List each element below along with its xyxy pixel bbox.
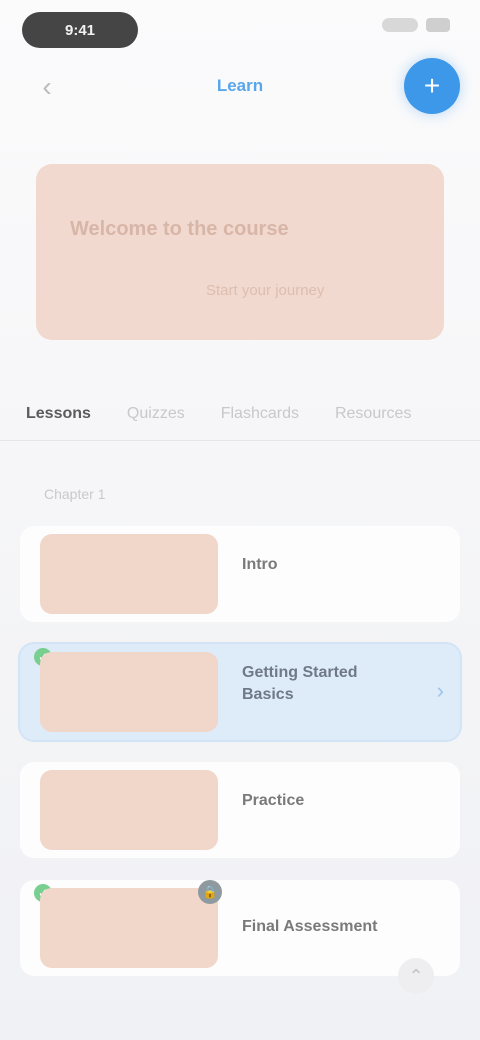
status-bar: 9:41 [0, 0, 480, 62]
hero-banner[interactable]: Welcome to the course Start your journey [36, 164, 444, 340]
item-title: Practice [242, 792, 305, 809]
back-button[interactable]: ‹ [30, 70, 64, 104]
chevron-up-icon: ⌃ [408, 965, 424, 986]
tab-bar: Lessons Quizzes Flashcards Resources [0, 388, 480, 440]
tab-flashcards[interactable]: Flashcards [221, 405, 299, 423]
tab-resources[interactable]: Resources [335, 405, 411, 423]
hero-subtitle: Start your journey [206, 282, 325, 299]
tab-lessons[interactable]: Lessons [26, 405, 91, 423]
item-title: Getting Started Basics [242, 664, 358, 703]
status-time: 9:41 [22, 12, 138, 48]
item-thumbnail [40, 888, 218, 968]
item-thumbnail [40, 534, 218, 614]
battery-icon [426, 18, 450, 32]
item-title: Final Assessment [242, 918, 378, 935]
app-screen: 9:41 ‹ Learn + Welcome to the course Sta… [0, 0, 480, 1040]
list-item[interactable]: ✓ 🔒 Final Assessment [20, 880, 460, 976]
item-thumbnail [40, 770, 218, 850]
chevron-left-icon: ‹ [42, 71, 52, 102]
scroll-top-button[interactable]: ⌃ [398, 958, 434, 994]
plus-icon: + [423, 70, 441, 101]
chevron-right-icon: › [436, 678, 444, 703]
lock-icon: 🔒 [198, 880, 222, 904]
tab-quizzes[interactable]: Quizzes [127, 405, 185, 423]
section-label: Chapter 1 [44, 486, 106, 502]
list-item[interactable]: Intro [20, 526, 460, 622]
signal-icon [382, 18, 418, 32]
add-button[interactable]: + [404, 58, 460, 114]
status-icons [382, 18, 450, 32]
item-thumbnail [40, 652, 218, 732]
list-item-selected[interactable]: ✓ Getting Started Basics › [20, 644, 460, 740]
list-item[interactable]: Practice [20, 762, 460, 858]
tab-divider [0, 440, 480, 441]
nav-bar: ‹ Learn + [0, 58, 480, 118]
nav-title: Learn [216, 76, 264, 95]
hero-title: Welcome to the course [70, 218, 289, 240]
item-title: Intro [242, 556, 278, 573]
